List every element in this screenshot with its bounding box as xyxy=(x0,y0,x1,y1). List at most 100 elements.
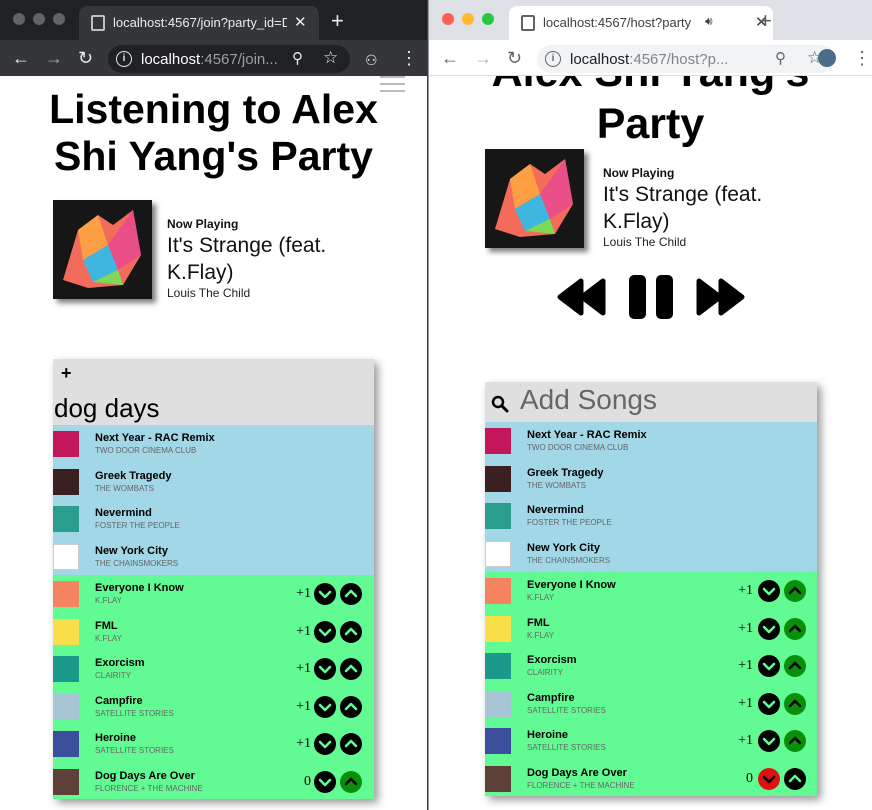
song-artist: FLORENCE + THE MACHINE xyxy=(527,780,635,790)
song-thumbnail xyxy=(485,503,511,529)
star-icon[interactable]: ☆ xyxy=(323,48,338,68)
window-close-dot[interactable] xyxy=(442,13,454,25)
song-artist: THE CHAINSMOKERS xyxy=(527,555,611,565)
plus-icon[interactable]: + xyxy=(61,363,72,384)
window-maximize-dot[interactable] xyxy=(53,13,65,25)
rewind-icon[interactable] xyxy=(557,277,607,322)
page-content: Listening to Alex Shi Yang's Party Now P… xyxy=(0,76,427,810)
vote-up-icon[interactable] xyxy=(784,692,806,715)
vote-up-icon[interactable] xyxy=(340,583,362,605)
vote-up-icon[interactable] xyxy=(340,658,362,680)
song-artist: SATELLITE STORIES xyxy=(95,746,174,755)
vote-down-icon[interactable] xyxy=(314,583,336,605)
song-list: Next Year - RAC Remix TWO DOOR CINEMA CLU… xyxy=(53,425,374,799)
vote-up-icon[interactable] xyxy=(784,767,806,790)
new-tab-icon[interactable]: + xyxy=(331,10,344,32)
close-tab-icon[interactable]: ✕ xyxy=(294,13,307,31)
audio-playing-icon[interactable]: 🔊︎ xyxy=(705,14,713,29)
song-title: New York City xyxy=(527,541,600,554)
info-icon[interactable]: i xyxy=(116,51,132,67)
vote-down-icon[interactable] xyxy=(314,658,336,680)
party-title: Alex Shi Yang's Party xyxy=(429,76,872,150)
search-input[interactable]: dog days xyxy=(54,393,160,424)
window-minimize-dot[interactable] xyxy=(462,13,474,25)
song-row: Dog Days Are Over FLORENCE + THE MACHINE 0 xyxy=(485,759,817,796)
song-title: Next Year - RAC Remix xyxy=(527,429,647,441)
song-artist: K.FLAY xyxy=(95,596,122,605)
party-title-line-1: Alex Shi Yang's xyxy=(429,76,872,98)
profile-avatar[interactable] xyxy=(818,49,836,67)
pause-icon[interactable] xyxy=(627,273,675,326)
vote-down-icon[interactable] xyxy=(758,617,780,640)
queue-header: + dog days xyxy=(53,359,374,425)
new-tab-icon[interactable]: + xyxy=(759,10,772,32)
song-title: Nevermind xyxy=(527,504,584,516)
vote-down-icon[interactable] xyxy=(314,695,336,718)
window-maximize-dot[interactable] xyxy=(482,13,494,25)
host-browser-window: localhost:4567/host?party 🔊︎ ✕ + ← → ↻ i… xyxy=(428,0,872,810)
vote-up-icon[interactable] xyxy=(340,770,362,793)
window-close-dot[interactable] xyxy=(13,13,25,25)
vote-down-icon[interactable] xyxy=(314,733,336,755)
url-text[interactable]: localhost:4567/host?p... xyxy=(570,51,755,68)
vote-up-icon[interactable] xyxy=(784,730,806,752)
tab-strip: localhost:4567/join?party_id=D ✕ + xyxy=(0,0,427,40)
vote-down-icon[interactable] xyxy=(758,580,780,602)
song-row: Heroine SATELLITE STORIES +1 xyxy=(53,725,374,763)
song-thumbnail xyxy=(485,690,511,717)
zoom-icon[interactable]: ⚲ xyxy=(775,49,786,67)
info-icon[interactable]: i xyxy=(545,51,561,67)
vote-up-icon[interactable] xyxy=(784,617,806,640)
reload-icon[interactable]: ↻ xyxy=(78,48,93,68)
song-thumbnail xyxy=(53,618,79,645)
reload-icon[interactable]: ↻ xyxy=(507,48,522,68)
url-text[interactable]: localhost:4567/join... xyxy=(141,51,277,68)
vote-down-icon[interactable] xyxy=(314,770,336,793)
song-title: Heroine xyxy=(527,729,568,741)
zoom-icon[interactable]: ⚲ xyxy=(292,49,303,67)
vote-up-icon[interactable] xyxy=(340,695,362,718)
vote-up-icon[interactable] xyxy=(784,580,806,602)
vote-up-icon[interactable] xyxy=(784,655,806,677)
address-bar[interactable]: i localhost:4567/join... ⚲ ☆ xyxy=(108,45,350,73)
fast-forward-icon[interactable] xyxy=(695,277,745,322)
incognito-icon[interactable]: ⚇ xyxy=(365,50,378,70)
browser-tab[interactable]: localhost:4567/host?party 🔊︎ ✕ xyxy=(509,6,773,40)
browser-tab[interactable]: localhost:4567/join?party_id=D ✕ xyxy=(79,6,319,40)
song-artist: THE WOMBATS xyxy=(527,480,586,490)
back-icon[interactable]: ← xyxy=(12,48,30,68)
vote-down-icon[interactable] xyxy=(758,730,780,752)
song-artist: THE CHAINSMOKERS xyxy=(95,558,179,568)
queue-header: Add Songs xyxy=(485,382,817,422)
window-minimize-dot[interactable] xyxy=(33,13,45,25)
forward-icon[interactable]: → xyxy=(474,48,492,68)
vote-down-icon[interactable] xyxy=(758,692,780,715)
song-thumbnail xyxy=(53,543,79,570)
song-row: Greek Tragedy THE WOMBATS xyxy=(53,462,374,500)
song-thumbnail xyxy=(485,578,511,604)
address-bar[interactable]: i localhost:4567/host?p... ⚲ ☆ xyxy=(537,45,835,73)
vote-up-icon[interactable] xyxy=(340,620,362,643)
tab-title: localhost:4567/host?party xyxy=(543,15,692,30)
vote-up-icon[interactable] xyxy=(340,733,362,755)
add-songs-input[interactable]: Add Songs xyxy=(520,384,657,416)
song-thumbnail xyxy=(53,768,79,795)
menu-dots-icon[interactable]: ⋮ xyxy=(400,48,418,68)
menu-dots-icon[interactable]: ⋮ xyxy=(853,48,871,68)
song-artist: K.FLAY xyxy=(527,593,554,602)
song-title: Next Year - RAC Remix xyxy=(95,432,215,444)
vote-down-icon[interactable] xyxy=(314,620,336,643)
song-row: Dog Days Are Over FLORENCE + THE MACHINE 0 xyxy=(53,762,374,799)
vote-down-icon[interactable] xyxy=(758,655,780,677)
song-row: Greek Tragedy THE WOMBATS xyxy=(485,459,817,497)
back-icon[interactable]: ← xyxy=(441,48,459,68)
song-row: FML K.FLAY +1 xyxy=(485,609,817,647)
song-thumbnail xyxy=(53,506,79,532)
vote-score: +1 xyxy=(738,583,753,598)
vote-down-icon[interactable] xyxy=(758,767,780,790)
now-playing-label: Now Playing xyxy=(167,217,239,231)
song-title: FML xyxy=(95,619,118,632)
vote-score: 0 xyxy=(304,773,311,789)
now-playing-title: It's Strange (feat. K.Flay) xyxy=(603,183,763,233)
forward-icon[interactable]: → xyxy=(45,48,63,68)
